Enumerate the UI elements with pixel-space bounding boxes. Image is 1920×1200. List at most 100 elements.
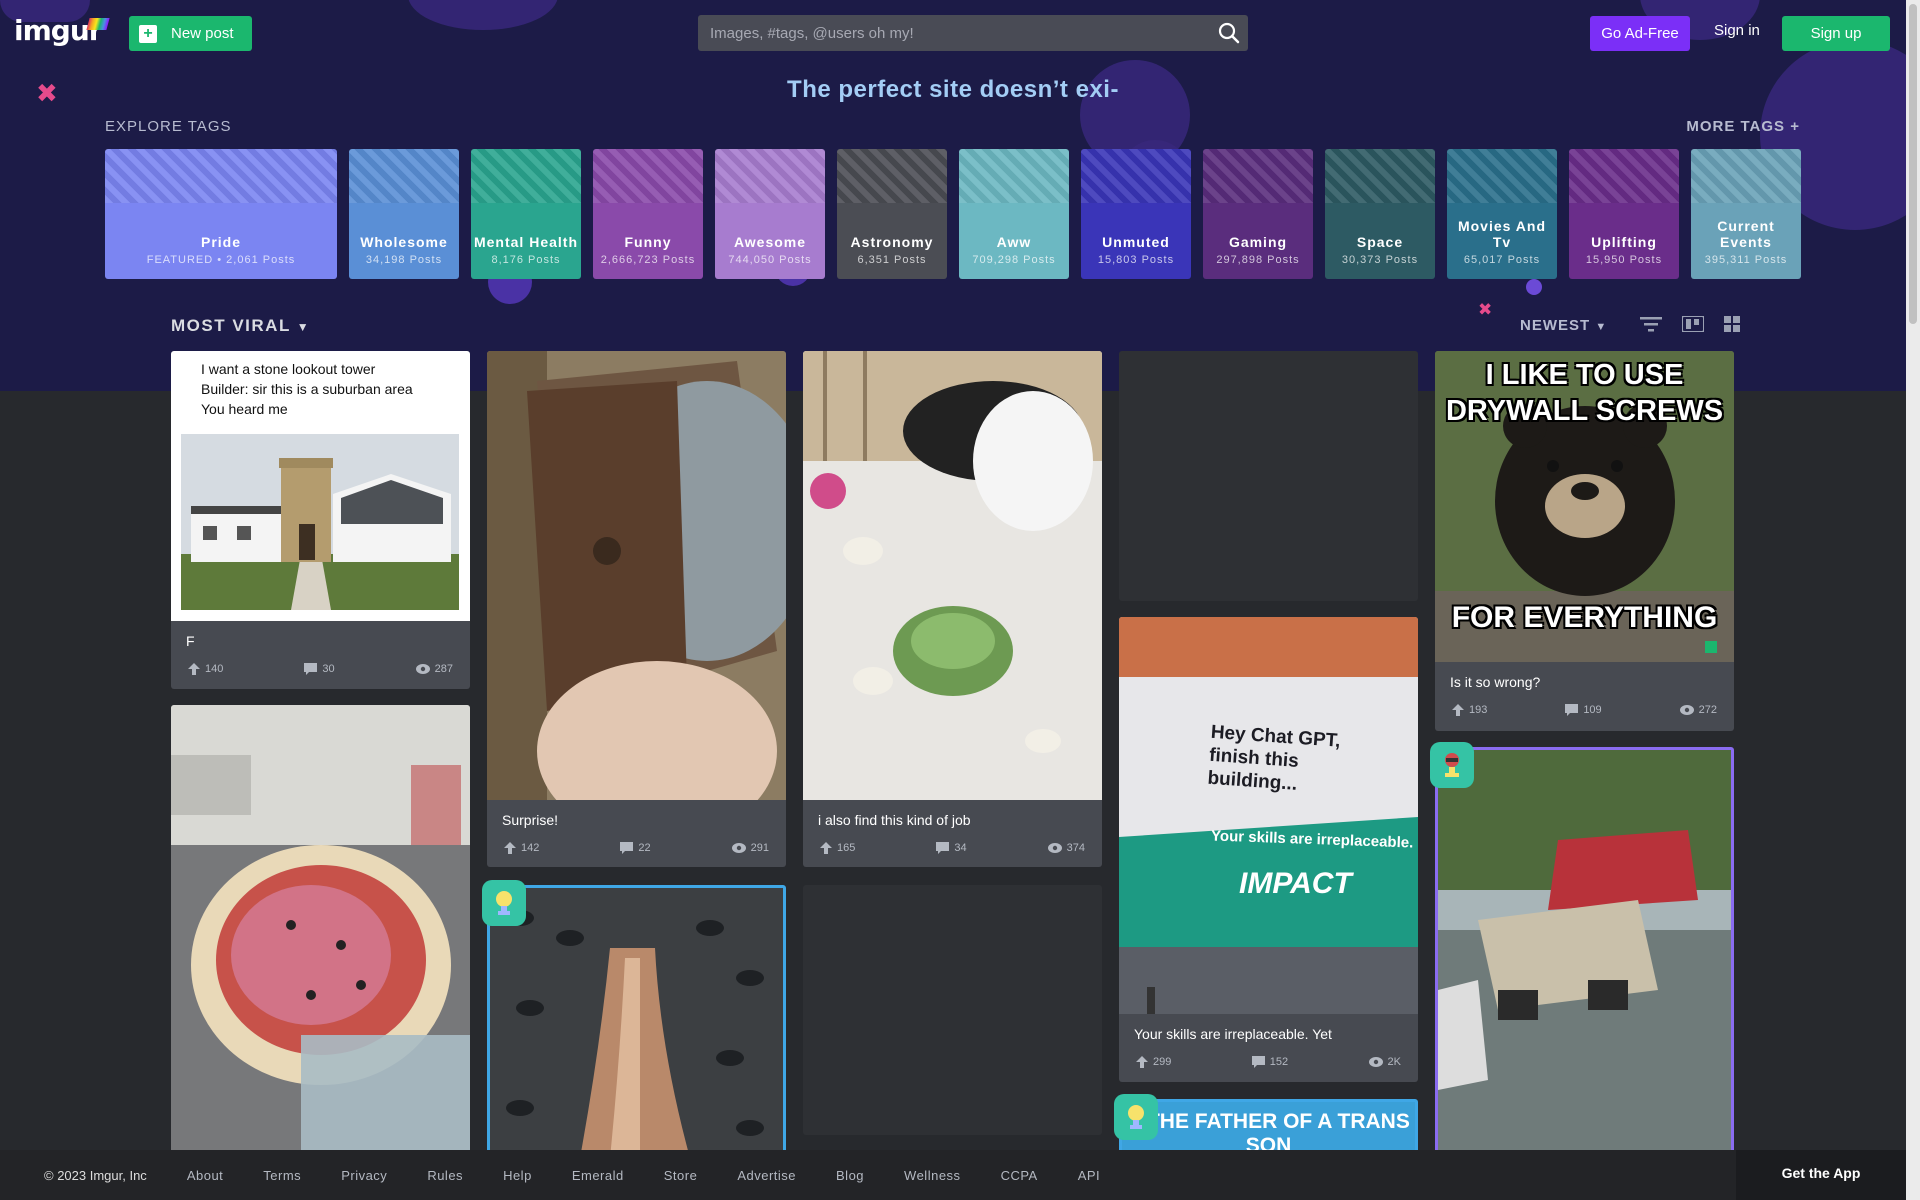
- filter-icon[interactable]: [1640, 316, 1662, 337]
- tag-card-unmuted[interactable]: Unmuted 15,803 Posts: [1081, 149, 1191, 279]
- tag-post-count: 744,050 Posts: [728, 254, 812, 266]
- grid-view-icon[interactable]: [1724, 316, 1740, 337]
- post-card[interactable]: I LIKE TO USE DRYWALL SCREWS FOR EVERYTH…: [1435, 351, 1734, 731]
- decor-x-icon: ✖: [1478, 300, 1493, 319]
- page-scrollbar[interactable]: [1906, 0, 1920, 1200]
- upvote-icon[interactable]: [1452, 704, 1464, 716]
- tag-name: Unmuted: [1102, 234, 1170, 250]
- tag-artwork: [1447, 149, 1557, 203]
- upvote-count: 193: [1469, 704, 1488, 716]
- comment-count: 152: [1269, 1056, 1289, 1068]
- search-icon[interactable]: [1218, 22, 1240, 49]
- tag-name: Pride: [200, 234, 241, 250]
- tag-artwork: [1081, 149, 1191, 203]
- rainbow-flag-icon: [86, 18, 110, 30]
- post-image: I want a stone lookout tower Builder: si…: [171, 351, 470, 621]
- sign-up-button[interactable]: Sign up: [1782, 16, 1890, 51]
- tag-info: Pride FEATURED • 2,061 Posts: [107, 234, 335, 267]
- tag-card-aww[interactable]: Aww 709,298 Posts: [959, 149, 1069, 279]
- comment-count: 30: [322, 663, 335, 675]
- tag-card-current-events[interactable]: Current Events 395,311 Posts: [1691, 149, 1801, 279]
- sort-label: MOST VIRAL: [171, 316, 291, 335]
- tag-post-count: 6,351 Posts: [857, 254, 927, 266]
- search-input[interactable]: [708, 23, 1202, 43]
- sort-most-viral[interactable]: MOST VIRAL ▼: [171, 316, 310, 336]
- footer-link-emerald[interactable]: Emerald: [572, 1168, 624, 1183]
- waterfall-view-icon[interactable]: [1681, 315, 1705, 337]
- tag-artwork: [471, 149, 581, 203]
- tag-card-mental-health[interactable]: Mental Health 8,176 Posts: [471, 149, 581, 279]
- tag-card-uplifting[interactable]: Uplifting 15,950 Posts: [1569, 149, 1679, 279]
- footer-link-api[interactable]: API: [1078, 1168, 1100, 1183]
- more-tags-link[interactable]: MORE TAGS +: [1686, 118, 1800, 135]
- tag-card-pride[interactable]: Pride FEATURED • 2,061 Posts: [105, 149, 337, 279]
- upvote-icon[interactable]: [504, 842, 516, 854]
- tag-info: Awesome 744,050 Posts: [717, 234, 823, 267]
- upvote-icon[interactable]: [820, 842, 832, 854]
- tag-info: Uplifting 15,950 Posts: [1571, 234, 1677, 267]
- tag-card-space[interactable]: Space 30,373 Posts: [1325, 149, 1435, 279]
- footer-link-terms[interactable]: Terms: [263, 1168, 301, 1183]
- tag-card-astronomy[interactable]: Astronomy 6,351 Posts: [837, 149, 947, 279]
- footer-link-help[interactable]: Help: [503, 1168, 532, 1183]
- post-card-loading[interactable]: [1119, 351, 1418, 601]
- views-icon: [1368, 1057, 1383, 1067]
- footer-link-advertise[interactable]: Advertise: [737, 1168, 796, 1183]
- post-title: F: [186, 633, 195, 649]
- post-card[interactable]: Hey Chat GPT, finish this building... Yo…: [1119, 617, 1418, 1082]
- tag-info: Gaming 297,898 Posts: [1205, 234, 1311, 267]
- post-card[interactable]: Surprise! 142 22 291: [487, 351, 786, 867]
- tag-name: Aww: [996, 234, 1032, 250]
- footer-link-store[interactable]: Store: [664, 1168, 698, 1183]
- sign-in-link[interactable]: Sign in: [1714, 22, 1760, 39]
- upvote-count: 299: [1153, 1056, 1172, 1068]
- new-post-button[interactable]: + New post: [129, 16, 252, 51]
- post-image: I LIKE TO USE DRYWALL SCREWS FOR EVERYTH…: [1435, 351, 1734, 662]
- trophy-badge-icon: [1430, 742, 1474, 788]
- tag-info: Astronomy 6,351 Posts: [839, 234, 945, 267]
- footer-link-rules[interactable]: Rules: [427, 1168, 463, 1183]
- scrollbar-thumb[interactable]: [1909, 4, 1917, 324]
- tag-artwork: [1569, 149, 1679, 203]
- tag-info: Funny 2,666,723 Posts: [595, 234, 701, 267]
- copyright: © 2023 Imgur, Inc: [44, 1167, 147, 1183]
- tag-post-count: 709,298 Posts: [972, 254, 1056, 266]
- post-image: Hey Chat GPT, finish this building... Yo…: [1119, 617, 1418, 1014]
- post-image: [490, 888, 783, 1152]
- go-ad-free-button[interactable]: Go Ad-Free: [1590, 16, 1690, 51]
- comment-icon: [936, 842, 950, 854]
- footer: © 2023 Imgur, Inc About Terms Privacy Ru…: [0, 1150, 1920, 1200]
- post-card[interactable]: [171, 705, 470, 1155]
- upvote-icon[interactable]: [1136, 1056, 1148, 1068]
- view-count: 291: [750, 842, 769, 854]
- tag-card-awesome[interactable]: Awesome 744,050 Posts: [715, 149, 825, 279]
- comment-icon: [304, 663, 318, 675]
- post-card[interactable]: i also find this kind of job 165 34 374: [803, 351, 1102, 867]
- footer-link-blog[interactable]: Blog: [836, 1168, 864, 1183]
- explore-tags-heading: EXPLORE TAGS: [105, 118, 232, 135]
- tag-card-funny[interactable]: Funny 2,666,723 Posts: [593, 149, 703, 279]
- tag-name: Movies And Tv: [1457, 218, 1547, 250]
- post-card[interactable]: [487, 885, 786, 1155]
- footer-link-ccpa[interactable]: CCPA: [1001, 1168, 1038, 1183]
- footer-link-wellness[interactable]: Wellness: [904, 1168, 961, 1183]
- upvote-icon[interactable]: [188, 663, 200, 675]
- post-card[interactable]: [1435, 747, 1734, 1157]
- house-photo: [181, 434, 459, 610]
- tag-card-wholesome[interactable]: Wholesome 34,198 Posts: [349, 149, 459, 279]
- post-image: [487, 351, 786, 800]
- post-card-loading[interactable]: [803, 885, 1102, 1135]
- footer-link-about[interactable]: About: [187, 1168, 223, 1183]
- sort-newest[interactable]: NEWEST ▼: [1520, 317, 1607, 334]
- tag-info: Current Events 395,311 Posts: [1693, 218, 1799, 267]
- view-count: 287: [434, 663, 453, 675]
- tag-post-count: 65,017 Posts: [1463, 254, 1541, 266]
- get-the-app-button[interactable]: Get the App: [1736, 1150, 1906, 1200]
- post-card[interactable]: I want a stone lookout tower Builder: si…: [171, 351, 470, 689]
- tag-card-gaming[interactable]: Gaming 297,898 Posts: [1203, 149, 1313, 279]
- footer-link-privacy[interactable]: Privacy: [341, 1168, 387, 1183]
- tag-card-movies-and-tv[interactable]: Movies And Tv 65,017 Posts: [1447, 149, 1557, 279]
- tag-post-count: FEATURED • 2,061 Posts: [146, 254, 296, 266]
- decor-bubble: [1526, 279, 1542, 295]
- tag-info: Aww 709,298 Posts: [961, 234, 1067, 267]
